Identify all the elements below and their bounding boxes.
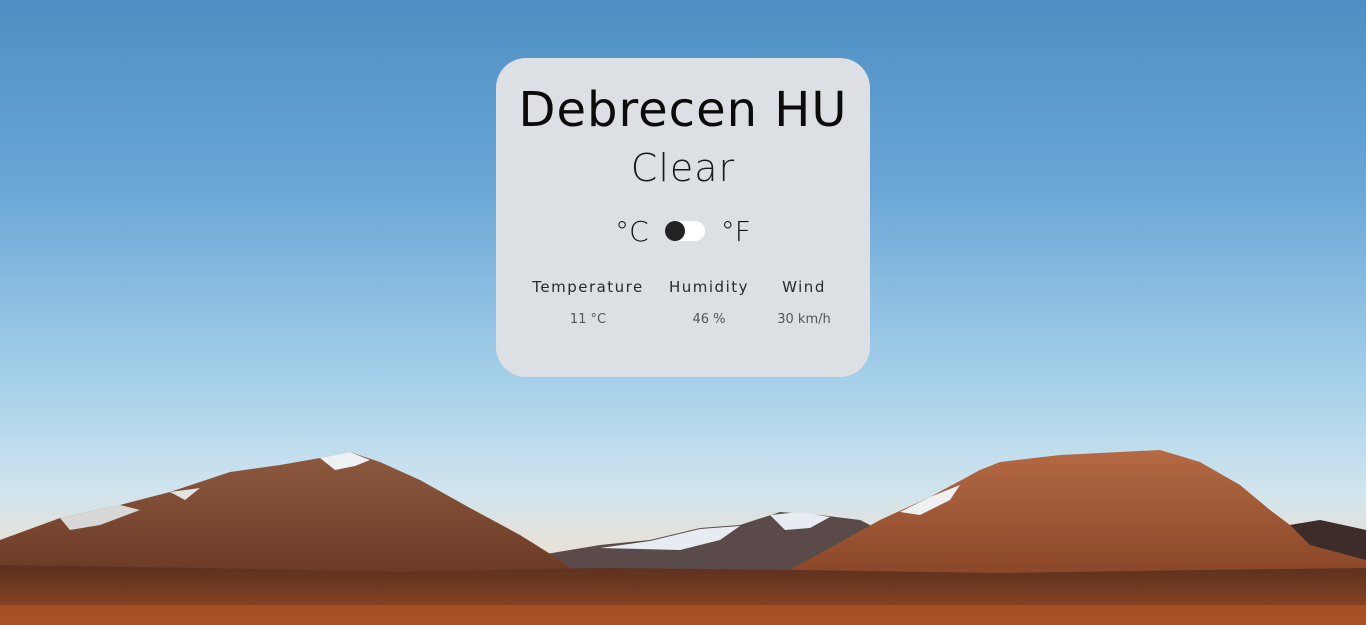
unit-toggle-switch[interactable]: [664, 221, 705, 241]
weather-card: Debrecen HU Clear °C °F Temperature 11 °…: [496, 58, 870, 377]
stat-value: 11 °C: [569, 312, 607, 327]
stat-value: 46 %: [692, 312, 726, 327]
stat-wind: Wind 30 km/h: [777, 278, 831, 327]
toggle-knob: [664, 221, 685, 241]
stat-humidity: Humidity 46 %: [669, 278, 749, 327]
stat-label: Humidity: [668, 278, 750, 296]
celsius-label: °C: [615, 214, 649, 248]
stat-temperature: Temperature 11 °C: [532, 278, 644, 327]
fahrenheit-label: °F: [720, 214, 751, 248]
stat-value: 30 km/h: [777, 312, 831, 327]
weather-condition: Clear: [630, 146, 736, 190]
unit-switcher: °C °F: [496, 213, 870, 249]
stat-label: Temperature: [532, 278, 644, 296]
stat-label: Wind: [782, 278, 826, 296]
city-name: Debrecen HU: [518, 82, 848, 138]
